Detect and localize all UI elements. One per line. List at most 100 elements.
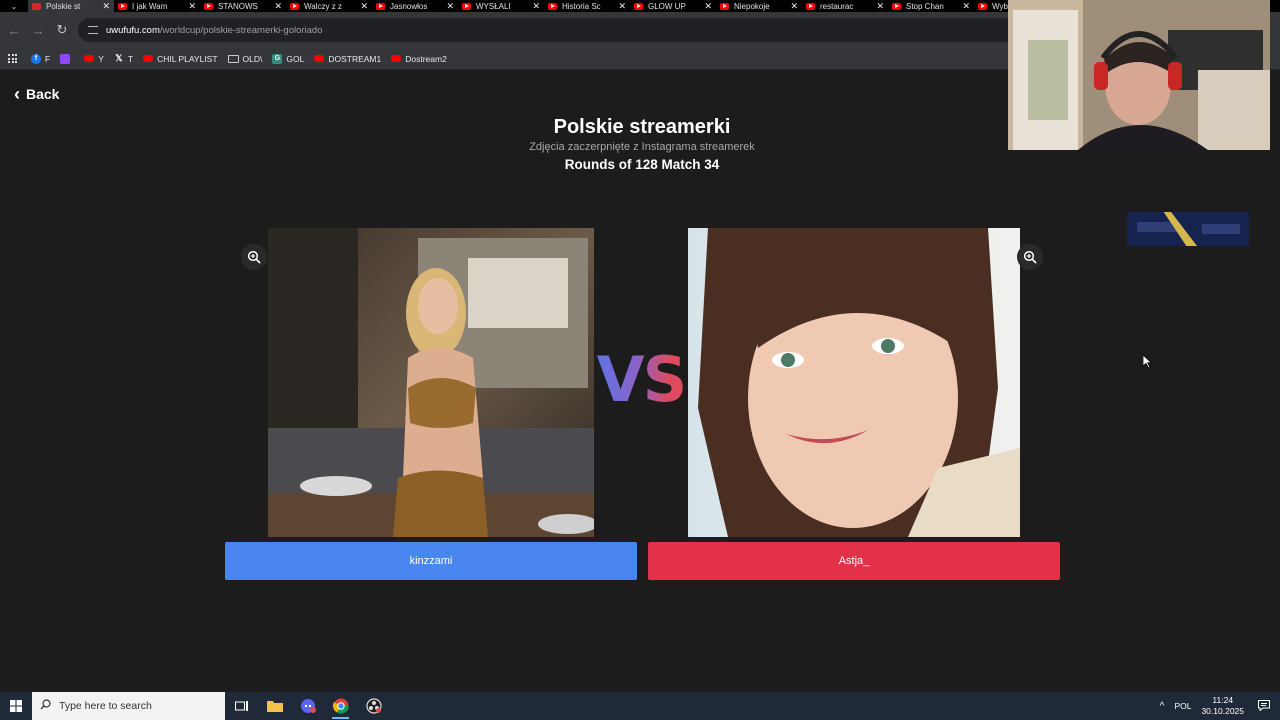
vote-right-button[interactable]: Astja_	[648, 542, 1060, 580]
close-tab-icon[interactable]: ✕	[446, 1, 454, 12]
close-tab-icon[interactable]: ✕	[704, 1, 712, 12]
knife-overlay-image	[1127, 204, 1249, 250]
notification-icon[interactable]	[1258, 699, 1270, 713]
chevron-up-icon[interactable]: ^	[1160, 701, 1165, 712]
youtube-icon	[634, 2, 643, 10]
youtube-icon	[84, 55, 95, 62]
vote-left-button[interactable]: kinzzami	[225, 542, 637, 580]
g-icon: G	[272, 53, 283, 64]
youtube-icon	[462, 2, 471, 10]
tab-4[interactable]: Walczy z z ✕	[286, 0, 372, 12]
tab-title: Stop Chan	[906, 1, 944, 11]
obs-icon[interactable]	[357, 692, 390, 720]
youtube-icon	[548, 2, 557, 10]
bookmark-label: T	[127, 53, 134, 64]
bookmark-facebook[interactable]: fF	[31, 53, 50, 64]
file-explorer-icon[interactable]	[258, 692, 291, 720]
bookmark-label: Y	[98, 53, 104, 64]
vs-label: VS	[593, 349, 689, 411]
left-contestant-photo[interactable]	[268, 228, 594, 537]
tab-title: STANOWS	[218, 1, 258, 11]
clock-time: 11:24	[1212, 695, 1234, 705]
tab-7[interactable]: Historia Sc ✕	[544, 0, 630, 12]
tab-9[interactable]: Niepokoje ✕	[716, 0, 802, 12]
clock-date: 30.10.2025	[1201, 706, 1244, 716]
system-tray: ^ POL 11:24 30.10.2025	[1160, 692, 1280, 720]
tab-2[interactable]: I jak Wam ✕	[114, 0, 200, 12]
bookmark-twitch[interactable]	[60, 53, 74, 64]
tab-10[interactable]: restaurac ✕	[802, 0, 888, 12]
close-tab-icon[interactable]: ✕	[618, 1, 626, 12]
bookmark-folder-old[interactable]: OLD\	[227, 53, 263, 64]
chrome-icon[interactable]	[324, 692, 357, 720]
site-info-icon[interactable]	[88, 26, 98, 34]
zoom-left-icon[interactable]	[241, 244, 267, 270]
tab-title: Niepokoje	[734, 1, 770, 11]
bookmark-label: GOL	[286, 53, 305, 64]
close-tab-icon[interactable]: ✕	[876, 1, 884, 12]
bookmark-dostream2[interactable]: Dostream2	[391, 54, 447, 64]
back-label: Back	[26, 86, 60, 102]
back-button[interactable]: ‹ Back	[14, 85, 59, 103]
search-placeholder: Type here to search	[59, 700, 152, 712]
bookmark-label: Dostream2	[405, 53, 447, 64]
tab-5[interactable]: Jasnowłos ✕	[372, 0, 458, 12]
bookmark-label: CHIL PLAYLIST	[157, 53, 218, 64]
mouse-cursor-icon	[1142, 354, 1153, 374]
youtube-icon	[143, 55, 154, 62]
discord-icon[interactable]	[291, 692, 324, 720]
chevron-left-icon: ‹	[14, 84, 20, 104]
uwufufu-icon	[32, 2, 41, 10]
apps-grid-icon[interactable]	[8, 54, 17, 63]
url-host: uwufufu.com	[106, 24, 160, 36]
x-icon: 𝕏	[115, 53, 123, 63]
tab-3[interactable]: STANOWS ✕	[200, 0, 286, 12]
tab-title: Historia Sc	[562, 1, 601, 11]
webcam-overlay	[1008, 0, 1270, 150]
search-icon	[40, 699, 51, 713]
taskbar-search-input[interactable]: Type here to search	[32, 692, 225, 720]
zoom-right-icon[interactable]	[1017, 244, 1043, 270]
bookmark-youtube[interactable]: Y	[84, 54, 104, 64]
reload-icon[interactable]: ↻	[50, 22, 74, 38]
close-tab-icon[interactable]: ✕	[790, 1, 798, 12]
tab-title: Jasnowłos	[390, 1, 428, 11]
round-info: Rounds of 128 Match 34	[564, 157, 720, 172]
tab-8[interactable]: GLOW UP ✕	[630, 0, 716, 12]
close-tab-icon[interactable]: ✕	[962, 1, 970, 12]
bookmark-dostream1[interactable]: DOSTREAM1	[314, 54, 381, 64]
clock[interactable]: 11:24 30.10.2025	[1201, 695, 1244, 717]
tab-title: restaurac	[820, 1, 854, 11]
close-tab-icon[interactable]: ✕	[532, 1, 540, 12]
youtube-icon	[720, 2, 729, 10]
bookmark-x[interactable]: 𝕏T	[114, 53, 134, 64]
folder-icon	[227, 54, 239, 63]
bookmark-label: OLD\	[242, 53, 263, 64]
bookmark-chil-playlist[interactable]: CHIL PLAYLIST	[143, 53, 218, 64]
url-path: /worldcup/polskie-streamerki-goloriado	[159, 24, 323, 36]
facebook-icon: f	[31, 53, 41, 64]
close-tab-icon[interactable]: ✕	[188, 1, 196, 12]
back-arrow-icon[interactable]: ←	[2, 23, 26, 38]
twitch-icon	[60, 53, 71, 64]
bookmark-gol[interactable]: G GOL	[272, 53, 305, 64]
right-contestant-photo[interactable]	[688, 228, 1020, 537]
close-tab-icon[interactable]: ✕	[102, 1, 110, 12]
close-tab-icon[interactable]: ✕	[360, 1, 368, 12]
tab-1[interactable]: Polskie st ✕	[28, 0, 114, 12]
tab-title: Polskie st	[46, 1, 81, 11]
forward-arrow-icon[interactable]: →	[26, 23, 50, 38]
youtube-icon	[806, 2, 815, 10]
tab-title: Walczy z z	[304, 1, 342, 11]
address-bar[interactable]: uwufufu.com/worldcup/polskie-streamerki-…	[78, 18, 1018, 42]
task-view-icon[interactable]	[225, 692, 258, 720]
language-indicator[interactable]: POL	[1174, 701, 1191, 711]
tab-title: I jak Wam	[132, 1, 168, 11]
tab-6[interactable]: WYSŁALI ✕	[458, 0, 544, 12]
windows-start-icon[interactable]	[0, 692, 32, 720]
youtube-icon	[892, 2, 901, 10]
youtube-icon	[204, 2, 213, 10]
tab-11[interactable]: Stop Chan ✕	[888, 0, 974, 12]
tab-search-chevron-icon[interactable]: ⌄	[0, 0, 28, 12]
close-tab-icon[interactable]: ✕	[274, 1, 282, 12]
